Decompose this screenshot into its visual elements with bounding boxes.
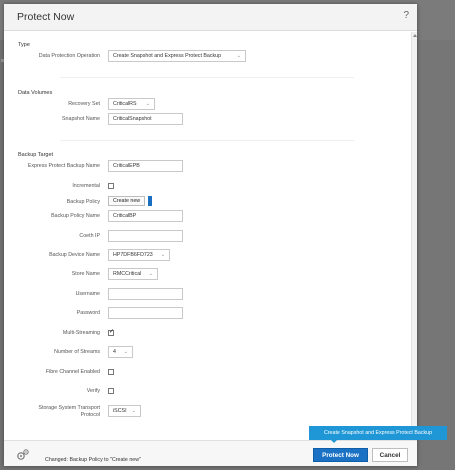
- row-backup-device-name: Backup Device Name HP7DFB6FD723 ⌄: [4, 249, 404, 261]
- verify-label: Verify: [86, 388, 100, 394]
- section-backup-target: Backup Target: [18, 152, 54, 158]
- verify-checkbox[interactable]: [108, 388, 114, 394]
- chevron-down-icon: ⌄: [123, 349, 128, 355]
- help-icon[interactable]: ?: [403, 10, 409, 21]
- storage-protocol-label-line1: Storage System Transport: [38, 405, 100, 411]
- password-label: Password: [76, 310, 100, 316]
- dialog-scrollbar[interactable]: [411, 32, 417, 440]
- row-express-protect-backup-name: Express Protect Backup Name CriticalEPB: [4, 160, 404, 172]
- backup-device-name-label: Backup Device Name: [49, 252, 100, 258]
- protect-now-button[interactable]: Protect Now: [313, 448, 368, 462]
- chevron-down-icon: ⌄: [236, 53, 241, 59]
- backup-policy-toggle-indicator[interactable]: [148, 196, 153, 206]
- row-fibre-channel-enabled: Fibre Channel Enabled: [4, 366, 404, 378]
- username-input[interactable]: [108, 288, 183, 300]
- row-snapshot-name: Snapshot Name CriticalSnapshot: [4, 113, 404, 125]
- section-data-volumes: Data Volumes: [18, 90, 53, 96]
- recovery-set-select[interactable]: CriticalRS ⌄: [108, 98, 155, 110]
- row-storage-system-transport-protocol: Storage System Transport Protocol iSCSI …: [4, 405, 404, 421]
- divider: [60, 140, 354, 141]
- settings-gear-icon[interactable]: [16, 448, 30, 462]
- store-name-value: RMCCritical: [113, 271, 142, 277]
- row-multi-streaming: Multi-Streaming: [4, 327, 404, 339]
- snapshot-name-input[interactable]: CriticalSnapshot: [108, 113, 183, 125]
- recovery-set-value: CriticalRS: [113, 101, 137, 107]
- cancel-button[interactable]: Cancel: [372, 448, 408, 462]
- row-backup-policy-name: Backup Policy Name CriticalBP: [4, 210, 404, 222]
- row-username: Username: [4, 288, 404, 300]
- row-backup-policy: Backup Policy Create new: [4, 196, 404, 208]
- password-input[interactable]: [108, 307, 183, 319]
- number-of-streams-select[interactable]: 4 ⌄: [108, 346, 133, 358]
- dialog-body: Type Data Protection Operation Create Sn…: [4, 32, 417, 440]
- store-name-select[interactable]: RMCCritical ⌄: [108, 268, 158, 280]
- row-incremental: Incremental: [4, 180, 404, 192]
- snapshot-name-label: Snapshot Name: [62, 116, 100, 122]
- fibre-channel-enabled-checkbox[interactable]: [108, 369, 114, 375]
- protect-button-tooltip: Create Snapshot and Express Protect Back…: [309, 426, 447, 443]
- storage-system-transport-protocol-label: Storage System Transport Protocol: [38, 405, 100, 418]
- backup-device-name-select[interactable]: HP7DFB6FD723 ⌄: [108, 249, 170, 261]
- create-new-button[interactable]: Create new: [108, 196, 146, 206]
- row-coeth-ip: Coeth IP: [4, 230, 404, 242]
- express-protect-backup-name-label: Express Protect Backup Name: [27, 163, 100, 169]
- backup-policy-label: Backup Policy: [66, 199, 100, 205]
- express-protect-backup-name-input[interactable]: CriticalEPB: [108, 160, 183, 172]
- dialog-title: Protect Now: [17, 11, 75, 23]
- row-store-name: Store Name RMCCritical ⌄: [4, 268, 404, 280]
- row-recovery-set: Recovery Set CriticalRS ⌄: [4, 98, 404, 110]
- dialog-header: Protect Now ?: [4, 4, 417, 31]
- multi-streaming-checkbox[interactable]: [108, 328, 114, 336]
- scroll-up-arrow-icon[interactable]: [413, 34, 417, 37]
- chevron-down-icon: ⌄: [160, 252, 165, 258]
- number-of-streams-value: 4: [113, 349, 116, 355]
- store-name-label: Store Name: [71, 271, 100, 277]
- chevron-down-icon: ⌄: [145, 101, 150, 107]
- backup-device-name-value: HP7DFB6FD723: [113, 252, 153, 258]
- row-password: Password: [4, 307, 404, 319]
- coeth-ip-label: Coeth IP: [79, 233, 100, 239]
- row-number-of-streams: Number of Streams 4 ⌄: [4, 346, 404, 358]
- backup-policy-name-input[interactable]: CriticalBP: [108, 210, 183, 222]
- divider: [60, 77, 354, 78]
- multi-streaming-label: Multi-Streaming: [62, 330, 100, 336]
- number-of-streams-label: Number of Streams: [54, 349, 100, 355]
- row-data-protection-operation: Data Protection Operation Create Snapsho…: [4, 50, 404, 62]
- incremental-checkbox[interactable]: [108, 183, 114, 189]
- username-label: Username: [75, 291, 100, 297]
- background-right-panel: [418, 40, 455, 470]
- row-verify: Verify: [4, 385, 404, 397]
- data-protection-operation-select[interactable]: Create Snapshot and Express Protect Back…: [108, 50, 246, 62]
- incremental-label: Incremental: [72, 183, 100, 189]
- storage-system-transport-protocol-value: iSCSI: [113, 408, 127, 414]
- data-protection-operation-value: Create Snapshot and Express Protect Back…: [113, 53, 222, 59]
- data-protection-operation-label: Data Protection Operation: [38, 53, 100, 59]
- storage-system-transport-protocol-select[interactable]: iSCSI ⌄: [108, 405, 141, 417]
- fibre-channel-enabled-label: Fibre Channel Enabled: [45, 369, 100, 375]
- recovery-set-label: Recovery Set: [68, 101, 100, 107]
- protect-now-dialog: Protect Now ? Type Data Protection Opera…: [4, 4, 417, 466]
- section-type: Type: [18, 42, 30, 48]
- status-message: Changed: Backup Policy to "Create new": [45, 457, 141, 463]
- dialog-footer: Changed: Backup Policy to "Create new" P…: [4, 440, 417, 466]
- backup-policy-name-label: Backup Policy Name: [51, 213, 100, 219]
- chevron-down-icon: ⌄: [131, 408, 136, 414]
- coeth-ip-input[interactable]: [108, 230, 183, 242]
- chevron-down-icon: ⌄: [148, 271, 153, 277]
- storage-protocol-label-line2: Protocol: [80, 411, 100, 418]
